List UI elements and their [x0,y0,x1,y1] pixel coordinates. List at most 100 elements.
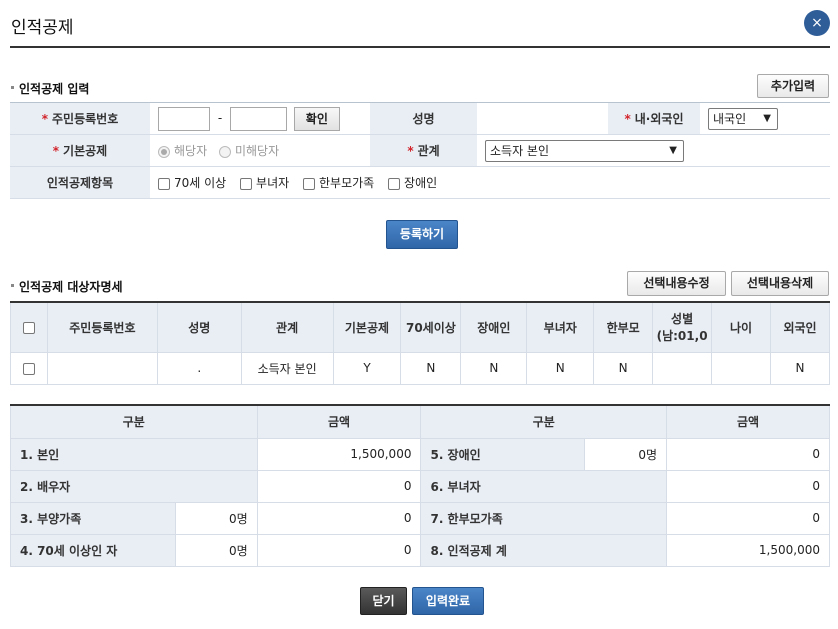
radio-applicable[interactable] [158,145,170,158]
col-woman: 부녀자 [526,302,595,353]
row-select-cell [10,351,48,385]
row-disabled: N [460,351,528,385]
nationality-select[interactable]: 내국인 ▼ [708,107,778,130]
ssn-label: * 주민등록번호 [10,102,150,135]
col-relation: 관계 [240,302,334,353]
summary-count-2: 0명 [584,437,668,471]
input-form-table: * 주민등록번호 - 확인 성명 * 내·외국인 내국인 ▼ * 기본공제 해당자 미해… [10,102,830,199]
row-relation: 소득자 본인 [240,351,334,385]
nationality-cell: 내국인 ▼ [700,102,830,135]
row-gender [652,351,713,385]
relation-cell: 소득자 본인 ▼ [477,134,830,167]
row-foreign: N [770,351,830,385]
select-all-checkbox[interactable] [22,321,35,334]
add-input-button[interactable]: 추가입력 [757,74,829,98]
row-single-parent: N [593,351,654,385]
summary-label-2: 6. 부녀자 [420,469,668,503]
confirm-button[interactable]: 확인 [293,106,340,131]
summary-label-2: 7. 한부모가족 [420,501,668,535]
ssn-dash: - [217,111,223,125]
checkbox-over70-label: 70세 이상 [174,176,227,190]
relation-label: * 관계 [370,134,477,167]
relation-select[interactable]: 소득자 본인 ▼ [485,139,684,162]
col-gender: 성별 (남:01,0 [652,302,713,353]
summary-amount-2: 1,500,000 [666,533,830,567]
nationality-label: * 내·외국인 [608,102,700,135]
checkbox-woman[interactable] [240,177,253,190]
summary-header-amount-2: 금액 [666,405,830,439]
checkbox-single-parent[interactable] [303,177,315,190]
checkbox-disabled[interactable] [388,177,401,190]
close-button[interactable]: × [804,10,830,36]
col-disabled: 장애인 [460,302,528,353]
summary-row: 3. 부양가족 0명 0 7. 한부모가족 0 [10,501,830,535]
page-title: 인적공제 [11,18,74,38]
row-ssn [46,351,158,385]
close-dialog-button[interactable]: 닫기 [360,587,407,615]
col-age: 나이 [711,302,771,353]
name-value [477,102,608,135]
radio-applicable-label: 해당자 [174,144,208,158]
summary-label: 4. 70세 이상인 자 [10,533,176,567]
checkbox-disabled-label: 장애인 [404,176,438,190]
name-label: 성명 [370,102,477,135]
row-woman: N [526,351,595,385]
radio-not-applicable-label: 미해당자 [234,144,280,158]
ssn-back-input[interactable] [230,106,287,131]
col-name: 성명 [156,302,242,353]
col-ssn: 주민등록번호 [46,302,158,353]
register-button[interactable]: 등록하기 [386,220,458,249]
summary-amount: 0 [256,469,422,503]
ssn-front-input[interactable] [158,106,210,131]
summary-amount-2: 0 [666,501,830,535]
chevron-down-icon: ▼ [669,144,677,156]
row-basic: Y [332,351,402,385]
checkbox-woman-label: 부녀자 [256,176,290,190]
summary-table: 구분 금액 구분 금액 1. 본인 1,500,000 5. 장애인 0명 0 … [10,404,830,567]
summary-amount-2: 0 [666,437,830,471]
select-all-cell [10,302,48,353]
title-divider [10,46,830,48]
edit-selected-button[interactable]: 선택내용수정 [627,271,726,296]
row-checkbox[interactable] [22,362,35,375]
delete-selected-button[interactable]: 선택내용삭제 [731,271,829,296]
row-age [711,351,771,385]
basic-deduction-cell: 해당자 미해당자 [150,134,370,167]
summary-header-category: 구분 [10,405,258,439]
basic-deduction-label: * 기본공제 [10,134,150,167]
ssn-cell: - 확인 [150,102,370,135]
dependents-table: 주민등록번호 성명 관계 기본공제 70세이상 장애인 부녀자 한부모 성별 (… [10,301,830,385]
summary-header-category-2: 구분 [420,405,668,439]
checkbox-single-parent-label: 한부모가족 [319,176,375,190]
summary-amount-2: 0 [666,469,830,503]
submit-button[interactable]: 입력완료 [412,587,484,615]
summary-amount: 0 [256,501,422,535]
list-section-heading: 인적공제 대상자명세 [11,278,123,295]
col-foreign: 외국인 [770,302,830,353]
summary-row: 2. 배우자 0 6. 부녀자 0 [10,469,830,503]
summary-label-2: 8. 인적공제 계 [420,533,668,567]
row-over70: N [400,351,462,385]
table-row[interactable]: . 소득자 본인 Y N N N N N [10,351,830,385]
summary-row: 4. 70세 이상인 자 0명 0 8. 인적공제 계 1,500,000 [10,533,830,567]
deduction-items-label: 인적공제항목 [10,166,150,199]
summary-label: 3. 부양가족 [10,501,176,535]
summary-amount: 1,500,000 [256,437,422,471]
summary-label: 1. 본인 [10,437,258,471]
summary-row: 1. 본인 1,500,000 5. 장애인 0명 0 [10,437,830,471]
summary-count: 0명 [174,533,258,567]
input-section-heading: 인적공제 입력 [11,80,89,97]
col-basic: 기본공제 [332,302,402,353]
checkbox-over70[interactable] [158,177,170,190]
summary-label-2: 5. 장애인 [420,437,586,471]
row-name: . [156,351,242,385]
col-single-parent: 한부모 [593,302,654,353]
summary-count: 0명 [174,501,258,535]
deduction-items-cell: 70세 이상 부녀자 한부모가족 장애인 [150,166,830,199]
col-over70: 70세이상 [400,302,462,353]
summary-label: 2. 배우자 [10,469,258,503]
summary-amount: 0 [256,533,422,567]
chevron-down-icon: ▼ [763,112,771,124]
summary-header-amount: 금액 [256,405,422,439]
radio-not-applicable[interactable] [218,145,231,158]
